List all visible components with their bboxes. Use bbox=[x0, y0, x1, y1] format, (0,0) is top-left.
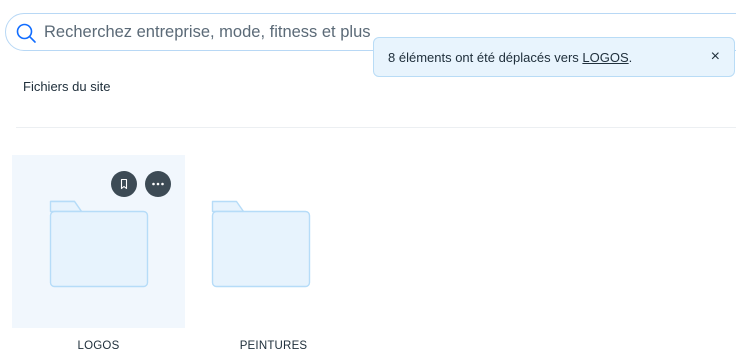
folder-name-logos: LOGOS bbox=[77, 340, 120, 352]
folder-icon bbox=[211, 200, 311, 288]
divider bbox=[16, 127, 736, 128]
folder-name-peintures: PEINTURES bbox=[239, 340, 308, 352]
close-icon[interactable]: × bbox=[711, 48, 720, 66]
toast-message-prefix: 8 éléments ont été déplacés vers bbox=[388, 50, 583, 65]
more-icon bbox=[152, 182, 164, 186]
section-title: Fichiers du site bbox=[23, 79, 111, 94]
notification-toast: 8 éléments ont été déplacés vers LOGOS. … bbox=[373, 37, 735, 77]
folder-tile-logos[interactable] bbox=[12, 155, 185, 328]
folder-icon bbox=[49, 200, 149, 288]
search-icon bbox=[16, 23, 36, 43]
more-actions-button[interactable] bbox=[145, 171, 171, 197]
folder-tile-peintures[interactable] bbox=[174, 155, 347, 328]
bookmark-icon bbox=[120, 178, 128, 190]
bookmark-button[interactable] bbox=[111, 171, 137, 197]
toast-message: 8 éléments ont été déplacés vers LOGOS. bbox=[388, 50, 632, 65]
toast-message-suffix: . bbox=[628, 50, 633, 65]
toast-folder-link[interactable]: LOGOS bbox=[582, 50, 628, 65]
